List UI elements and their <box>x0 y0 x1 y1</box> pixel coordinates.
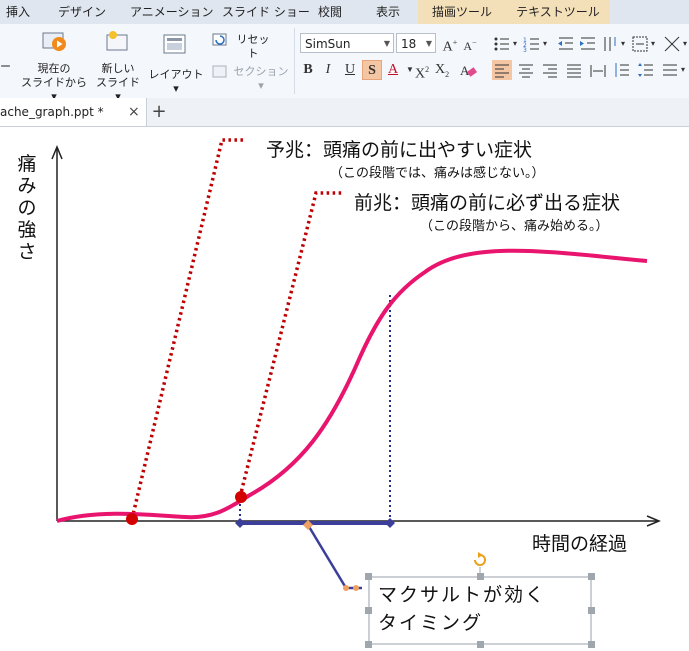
section-button[interactable]: セクション ▾ <box>212 62 290 92</box>
paragraph-settings-icon[interactable] <box>660 60 680 80</box>
callout-end-handle[interactable] <box>353 585 359 591</box>
document-tab-strip: ache_graph.ppt * × + <box>0 98 689 127</box>
subscript-icon[interactable]: X2 <box>432 60 452 80</box>
shadow-icon[interactable]: S <box>362 60 382 80</box>
close-icon[interactable]: × <box>128 98 140 126</box>
slide-canvas[interactable]: 痛みの強さ 予兆：頭痛の前に出やすい症状 （この段階では、痛みは感じない。） 前… <box>0 127 689 651</box>
aura-marker <box>235 491 247 503</box>
grow-font-icon[interactable]: A+ <box>440 33 460 55</box>
from-current-slide-button[interactable]: 現在の スライドから ▾ <box>20 30 88 103</box>
resize-handle[interactable] <box>365 641 372 648</box>
align-left-icon[interactable] <box>492 60 512 80</box>
window-end-marker <box>385 518 395 528</box>
prodrome-title[interactable]: 予兆：頭痛の前に出やすい症状 <box>266 135 532 162</box>
chevron-down-icon[interactable]: ▾ <box>510 34 520 54</box>
tab-text-tools[interactable]: テキストツール <box>506 0 610 24</box>
tab-view[interactable]: 表示 <box>376 0 400 24</box>
prodrome-subtitle[interactable]: （この段階では、痛みは感じない。） <box>330 162 545 181</box>
svg-text:A: A <box>460 63 470 78</box>
align-text-icon[interactable] <box>630 34 650 54</box>
align-right-icon[interactable] <box>540 60 560 80</box>
ribbon-tab-bar: 挿入 デザイン アニメーション スライド ショー 校閲 表示 描画ツール テキス… <box>0 0 689 25</box>
callout-elbow-handle[interactable] <box>343 585 349 591</box>
section-label: セクション ▾ <box>233 65 289 92</box>
section-icon <box>212 65 227 78</box>
font-name-select[interactable]: SimSun ▼ <box>300 33 394 53</box>
new-tab-icon[interactable]: + <box>150 98 168 126</box>
numbering-icon[interactable]: 123 <box>522 34 542 54</box>
underline-icon[interactable]: U <box>340 60 360 80</box>
resize-handle[interactable] <box>588 641 595 648</box>
tab-insert[interactable]: 挿入 <box>6 0 30 24</box>
increase-indent-icon[interactable] <box>578 34 598 54</box>
prodrome-dotted-line <box>130 138 246 520</box>
tab-drawing-tools[interactable]: 描画ツール <box>418 0 506 24</box>
new-slide-icon <box>106 31 128 51</box>
bullets-icon[interactable] <box>492 34 512 54</box>
shrink-font-icon[interactable]: A− <box>460 33 480 53</box>
line-spacing-icon[interactable] <box>612 60 632 80</box>
columns-icon[interactable] <box>662 34 682 54</box>
superscript-icon[interactable]: X2 <box>412 60 432 82</box>
tab-slideshow[interactable]: スライド ショー <box>222 0 310 24</box>
font-size-value: 18 <box>401 37 417 51</box>
chevron-down-icon: ▼ <box>383 39 390 48</box>
bold-icon[interactable]: B <box>298 60 318 80</box>
resize-handle[interactable] <box>477 641 484 648</box>
x-axis-label[interactable]: 時間の経過 <box>532 529 627 556</box>
paragraph-spacing-icon[interactable] <box>636 60 656 80</box>
ribbon-divider <box>294 28 295 94</box>
document-tab-title: ache_graph.ppt * <box>0 105 104 119</box>
slideshow-play-icon <box>42 32 66 51</box>
aura-title[interactable]: 前兆：頭痛の前に必ず出る症状 <box>354 188 620 215</box>
reset-button[interactable]: リセット <box>212 30 274 60</box>
chevron-down-icon[interactable]: ▾ <box>680 34 689 54</box>
tab-animation[interactable]: アニメーション <box>130 0 214 24</box>
align-center-icon[interactable] <box>516 60 536 80</box>
resize-handle[interactable] <box>365 607 372 614</box>
from-current-label-1: 現在の <box>37 62 71 75</box>
reset-label: リセット <box>236 33 270 60</box>
chevron-down-icon: ▼ <box>425 39 432 48</box>
window-start-marker <box>235 518 245 528</box>
prodrome-marker <box>126 513 138 525</box>
tab-review[interactable]: 校閲 <box>318 0 342 24</box>
aura-dotted-line <box>238 191 342 498</box>
ribbon: ー 現在の スライドから ▾ 新しい スライド ▾ レイアウト ▾ リセット セ… <box>0 24 689 103</box>
callout-line-1: マクサルトが効く <box>378 584 547 606</box>
callout-textbox[interactable]: マクサルトが効く タイミング <box>378 581 588 641</box>
resize-handle[interactable] <box>365 573 372 580</box>
text-direction-icon[interactable] <box>600 34 620 54</box>
resize-handle[interactable] <box>477 573 484 580</box>
document-tab[interactable]: ache_graph.ppt * × <box>0 98 147 126</box>
pain-curve <box>56 248 648 523</box>
callout-leader-line <box>306 524 362 590</box>
new-slide-label-1: 新しい <box>101 62 135 75</box>
tab-design[interactable]: デザイン <box>58 0 106 24</box>
chevron-down-icon[interactable]: ▾ <box>678 60 688 80</box>
chevron-down-icon[interactable]: ▾ <box>540 34 550 54</box>
justify-icon[interactable] <box>564 60 584 80</box>
layout-button[interactable]: レイアウト ▾ <box>146 30 206 96</box>
new-slide-button[interactable]: 新しい スライド ▾ <box>92 30 144 103</box>
italic-icon[interactable]: I <box>318 60 338 80</box>
y-axis-label[interactable]: 痛みの強さ <box>16 153 38 263</box>
aura-subtitle[interactable]: （この段階から、痛み始める。） <box>420 215 609 234</box>
reset-icon <box>212 33 227 46</box>
callout-line-2: タイミング <box>378 612 484 634</box>
layout-label: レイアウト ▾ <box>148 68 204 95</box>
distribute-icon[interactable] <box>588 60 608 80</box>
font-name-value: SimSun <box>305 37 351 51</box>
font-size-select[interactable]: 18 ▼ <box>396 33 436 53</box>
decrease-indent-icon[interactable] <box>556 34 576 54</box>
layout-icon <box>163 34 186 54</box>
resize-handle[interactable] <box>588 607 595 614</box>
svg-text:3: 3 <box>523 47 527 54</box>
chevron-down-icon[interactable]: ▾ <box>618 34 628 54</box>
resize-handle[interactable] <box>588 573 595 580</box>
chevron-down-icon[interactable]: ▾ <box>648 34 658 54</box>
clear-format-icon[interactable]: A <box>458 60 478 80</box>
cutoff-glyph: ー <box>0 60 11 73</box>
rotate-handle-icon[interactable] <box>474 552 486 566</box>
